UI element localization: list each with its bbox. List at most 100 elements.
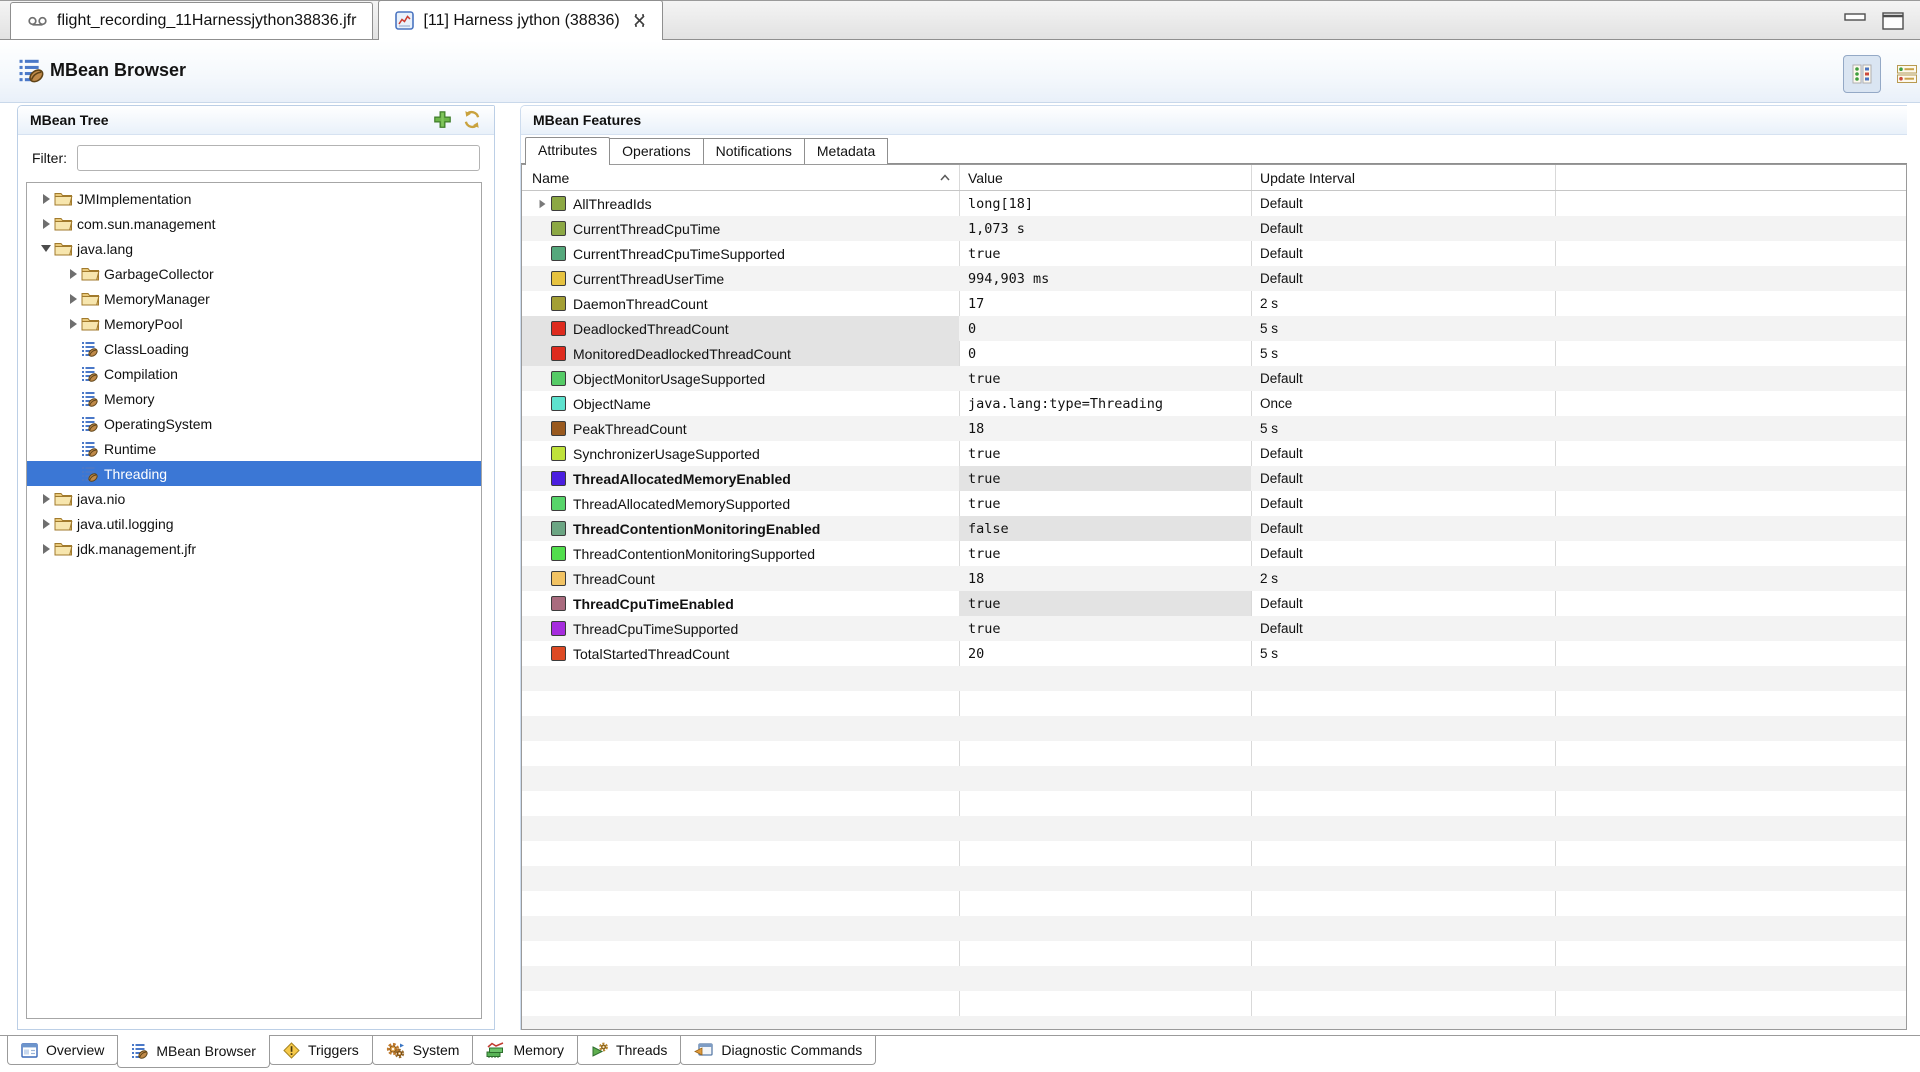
attribute-name: ThreadContentionMonitoringSupported bbox=[573, 546, 815, 562]
table-filler-row bbox=[522, 691, 1906, 716]
attribute-update-interval bbox=[1251, 966, 1555, 991]
editor-tab-flight-recording[interactable]: flight_recording_11Harnessjython38836.jf… bbox=[10, 2, 373, 39]
tree-item[interactable]: java.lang bbox=[27, 236, 481, 261]
page-tab-system[interactable]: System bbox=[372, 1036, 474, 1065]
table-row[interactable]: ThreadCount 18 2 s bbox=[522, 566, 1906, 591]
expand-arrow[interactable] bbox=[65, 319, 81, 329]
attribute-color-swatch bbox=[551, 521, 566, 536]
filter-input[interactable] bbox=[77, 145, 480, 171]
expand-arrow[interactable] bbox=[65, 269, 81, 279]
table-filler-row bbox=[522, 791, 1906, 816]
attribute-value: 994,903 ms bbox=[959, 266, 1251, 291]
tab-attributes[interactable]: Attributes bbox=[525, 137, 610, 165]
expand-arrow[interactable] bbox=[38, 544, 54, 554]
tree-item[interactable]: jdk.management.jfr bbox=[27, 536, 481, 561]
filter-label: Filter: bbox=[32, 150, 67, 166]
page-tab-label: Diagnostic Commands bbox=[721, 1042, 862, 1058]
attribute-value bbox=[959, 891, 1251, 916]
tree-item[interactable]: com.sun.management bbox=[27, 211, 481, 236]
refresh-icon[interactable] bbox=[462, 110, 482, 129]
tree-item[interactable]: GarbageCollector bbox=[27, 261, 481, 286]
expand-arrow[interactable] bbox=[38, 194, 54, 204]
page-tab-memory[interactable]: Memory bbox=[472, 1036, 578, 1065]
minimize-icon[interactable] bbox=[1844, 12, 1866, 30]
table-row[interactable]: CurrentThreadCpuTimeSupported true Defau… bbox=[522, 241, 1906, 266]
layout-horizontal-icon bbox=[1896, 63, 1918, 85]
add-icon[interactable] bbox=[433, 110, 452, 129]
table-filler-row bbox=[522, 866, 1906, 891]
tab-notifications[interactable]: Notifications bbox=[703, 138, 805, 164]
tree-item[interactable]: MemoryPool bbox=[27, 311, 481, 336]
tree-item[interactable]: java.nio bbox=[27, 486, 481, 511]
memory-icon bbox=[486, 1042, 505, 1058]
folder-icon bbox=[81, 291, 101, 306]
attribute-value: long[18] bbox=[959, 191, 1251, 216]
table-row[interactable]: DeadlockedThreadCount 0 5 s bbox=[522, 316, 1906, 341]
table-row[interactable]: ObjectMonitorUsageSupported true Default bbox=[522, 366, 1906, 391]
table-row[interactable]: ThreadContentionMonitoringSupported true… bbox=[522, 541, 1906, 566]
attribute-color-swatch bbox=[551, 196, 566, 211]
tree-item-label: Compilation bbox=[104, 366, 178, 382]
vertical-layout-button[interactable] bbox=[1843, 55, 1881, 93]
tree-item[interactable]: Runtime bbox=[27, 436, 481, 461]
attribute-value: java.lang:type=Threading bbox=[959, 391, 1251, 416]
page-tab-triggers[interactable]: Triggers bbox=[269, 1036, 373, 1065]
expand-arrow[interactable] bbox=[534, 199, 551, 209]
expand-arrow[interactable] bbox=[38, 219, 54, 229]
folder-icon bbox=[54, 216, 74, 231]
tree-item[interactable]: OperatingSystem bbox=[27, 411, 481, 436]
table-row[interactable]: ThreadAllocatedMemorySupported true Defa… bbox=[522, 491, 1906, 516]
page-tab-mbean-browser[interactable]: MBean Browser bbox=[117, 1035, 270, 1068]
table-row[interactable]: ThreadCpuTimeEnabled true Default bbox=[522, 591, 1906, 616]
table-row[interactable]: DaemonThreadCount 17 2 s bbox=[522, 291, 1906, 316]
tree-item[interactable]: Compilation bbox=[27, 361, 481, 386]
expand-arrow[interactable] bbox=[38, 494, 54, 504]
table-row[interactable]: ThreadCpuTimeSupported true Default bbox=[522, 616, 1906, 641]
attribute-value: 18 bbox=[959, 416, 1251, 441]
tree-item[interactable]: java.util.logging bbox=[27, 511, 481, 536]
page-tab-diagnostic-commands[interactable]: Diagnostic Commands bbox=[680, 1036, 876, 1065]
tree-item[interactable]: MemoryManager bbox=[27, 286, 481, 311]
table-row[interactable]: MonitoredDeadlockedThreadCount 0 5 s bbox=[522, 341, 1906, 366]
table-row[interactable]: CurrentThreadUserTime 994,903 ms Default bbox=[522, 266, 1906, 291]
tab-operations[interactable]: Operations bbox=[609, 138, 703, 164]
attribute-update-interval: Default bbox=[1251, 491, 1555, 516]
tree-item-label: Memory bbox=[104, 391, 155, 407]
column-header-name[interactable]: Name bbox=[522, 170, 959, 186]
tree-item-selected[interactable]: Threading bbox=[27, 461, 481, 486]
page-tab-overview[interactable]: Overview bbox=[7, 1036, 118, 1065]
attribute-update-interval: Default bbox=[1251, 591, 1555, 616]
attribute-update-interval: Default bbox=[1251, 616, 1555, 641]
attribute-color-swatch bbox=[551, 396, 566, 411]
folder-icon bbox=[54, 241, 74, 256]
table-row[interactable]: ThreadContentionMonitoringEnabled false … bbox=[522, 516, 1906, 541]
page-tab-threads[interactable]: Threads bbox=[577, 1036, 681, 1065]
attribute-value bbox=[959, 966, 1251, 991]
tree-item[interactable]: ClassLoading bbox=[27, 336, 481, 361]
tree-item[interactable]: Memory bbox=[27, 386, 481, 411]
threads-icon bbox=[591, 1042, 608, 1059]
attribute-color-swatch bbox=[551, 571, 566, 586]
expand-arrow[interactable] bbox=[65, 294, 81, 304]
expand-arrow[interactable] bbox=[38, 245, 54, 252]
attribute-update-interval bbox=[1251, 841, 1555, 866]
table-row[interactable]: SynchronizerUsageSupported true Default bbox=[522, 441, 1906, 466]
column-header-update-interval[interactable]: Update Interval bbox=[1251, 170, 1555, 186]
close-icon[interactable] bbox=[633, 14, 646, 27]
tab-metadata[interactable]: Metadata bbox=[804, 138, 888, 164]
table-row[interactable]: AllThreadIds long[18] Default bbox=[522, 191, 1906, 216]
table-row[interactable]: TotalStartedThreadCount 20 5 s bbox=[522, 641, 1906, 666]
table-filler-row bbox=[522, 716, 1906, 741]
expand-arrow[interactable] bbox=[38, 519, 54, 529]
table-row[interactable]: ThreadAllocatedMemoryEnabled true Defaul… bbox=[522, 466, 1906, 491]
editor-tab-jvm-console[interactable]: [11] Harness jython (38836) bbox=[378, 0, 662, 40]
tree-item[interactable]: JMImplementation bbox=[27, 186, 481, 211]
feature-tabs: Attributes Operations Notifications Meta… bbox=[521, 135, 1907, 164]
maximize-icon[interactable] bbox=[1882, 12, 1904, 30]
horizontal-layout-button[interactable] bbox=[1888, 55, 1920, 93]
table-row[interactable]: CurrentThreadCpuTime 1,073 s Default bbox=[522, 216, 1906, 241]
table-row[interactable]: ObjectName java.lang:type=Threading Once bbox=[522, 391, 1906, 416]
table-row[interactable]: PeakThreadCount 18 5 s bbox=[522, 416, 1906, 441]
column-header-value[interactable]: Value bbox=[959, 170, 1251, 186]
attribute-update-interval bbox=[1251, 866, 1555, 891]
